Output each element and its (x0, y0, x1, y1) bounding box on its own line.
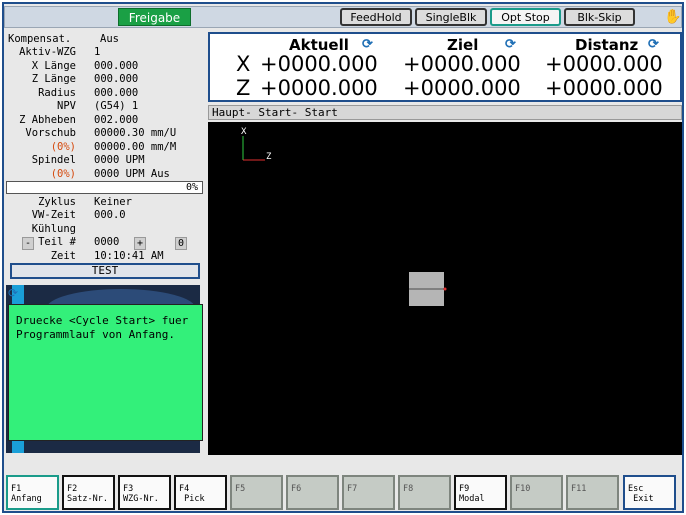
f3-wzg-nr-key[interactable]: F3 WZG-Nr. (118, 475, 171, 510)
dro-display: Aktuell ⟳ Ziel ⟳ Distanz ⟳ X +0000.000 +… (208, 32, 682, 102)
f10-key[interactable]: F10 (510, 475, 563, 510)
teil-increment-button[interactable]: + (134, 237, 146, 250)
teil-value: 0000 (94, 236, 120, 248)
f2-satz-nr-key[interactable]: F2 Satz-Nr. (62, 475, 115, 510)
toolpath-canvas: X Z (241, 127, 447, 306)
vw-zeit-label: VW-Zeit (31, 209, 76, 221)
f11-key[interactable]: F11 (566, 475, 619, 510)
z-distanz-value: +0000.000 (545, 76, 663, 100)
vorschub-label: Vorschub (25, 127, 76, 139)
feedhold-button[interactable]: FeedHold (340, 8, 412, 26)
freigabe-indicator[interactable]: Freigabe (118, 8, 191, 26)
kuehlung-label: Kühlung (31, 223, 76, 235)
z-laenge-value: 000.000 (94, 73, 139, 85)
x-laenge-label: X Länge (31, 60, 76, 72)
zeit-value: 10:10:41 AM (94, 250, 164, 262)
z-ziel-value: +0000.000 (403, 76, 521, 100)
ziel-refresh-icon[interactable]: ⟳ (505, 37, 516, 52)
program-progress-bar: 0% (6, 181, 203, 194)
spindel-label: Spindel (31, 154, 76, 166)
z-axis-label: Z (236, 76, 251, 100)
radius-label: Radius (38, 87, 76, 99)
z-aktuell-value: +0000.000 (260, 76, 378, 100)
vorschub-override-value: 00000.00 mm/M (94, 141, 177, 153)
status-panel: Kompensat. Aus Aktiv-WZG 1 X Länge 000.0… (6, 33, 206, 281)
vorschub-value: 00000.30 mm/U (94, 127, 177, 139)
spindel-override-label: (0%) (50, 168, 76, 180)
zyklus-label: Zyklus (38, 196, 76, 208)
test-button[interactable]: TEST (10, 263, 200, 279)
esc-exit-key[interactable]: Esc Exit (623, 475, 676, 510)
z-abheben-label: Z Abheben (19, 114, 76, 126)
radius-value: 000.000 (94, 87, 139, 99)
top-toolbar: Freigabe FeedHold SingleBlk Opt Stop Blk… (4, 6, 682, 28)
program-status-line: Haupt- Start- Start (208, 105, 682, 120)
blk-skip-button[interactable]: Blk-Skip (564, 8, 635, 26)
npv-value: (G54) 1 (94, 100, 139, 112)
f5-key[interactable]: F5 (230, 475, 283, 510)
aktiv-wzg-value: 1 (94, 46, 101, 58)
workpiece-upper (409, 272, 444, 288)
x-axis-label: X (236, 52, 251, 76)
viewport-z-label: Z (266, 152, 272, 162)
z-abheben-value: 002.000 (94, 114, 139, 126)
kompensat-label: Kompensat. (8, 33, 72, 45)
singleblk-button[interactable]: SingleBlk (415, 8, 487, 26)
npv-label: NPV (57, 100, 76, 112)
vw-zeit-value: 000.0 (94, 209, 126, 221)
opt-stop-button[interactable]: Opt Stop (490, 8, 561, 26)
f7-key[interactable]: F7 (342, 475, 395, 510)
spindel-value: 0000 UPM (94, 154, 145, 166)
f9-modal-key[interactable]: F9 Modal (454, 475, 507, 510)
f6-key[interactable]: F6 (286, 475, 339, 510)
viewport-x-label: X (241, 127, 247, 137)
workpiece-lower (409, 290, 444, 306)
f1-anfang-key[interactable]: F1 Anfang (6, 475, 59, 510)
message-box: Druecke <Cycle Start> fuer Programmlauf … (8, 304, 203, 441)
refresh-icon[interactable]: ⟳ (8, 286, 22, 300)
f8-key[interactable]: F8 (398, 475, 451, 510)
teil-count-field[interactable]: 0 (175, 237, 187, 250)
x-distanz-value: +0000.000 (545, 52, 663, 76)
spindel-override-value: 0000 UPM Aus (94, 168, 170, 180)
hand-icon[interactable]: ✋ (664, 9, 681, 25)
kompensat-value: Aus (100, 33, 119, 45)
teil-label: Teil # (38, 236, 76, 248)
tool-position-marker (443, 287, 447, 291)
function-key-bar: F1 Anfang F2 Satz-Nr. F3 WZG-Nr. F4 Pick… (4, 473, 682, 511)
x-laenge-value: 000.000 (94, 60, 139, 72)
z-laenge-label: Z Länge (31, 73, 76, 85)
vorschub-override-label: (0%) (50, 141, 76, 153)
toolpath-viewport[interactable]: X Z (208, 122, 682, 455)
zyklus-value: Keiner (94, 196, 132, 208)
f4-pick-key[interactable]: F4 Pick (174, 475, 227, 510)
distanz-refresh-icon[interactable]: ⟳ (648, 37, 659, 52)
x-ziel-value: +0000.000 (403, 52, 521, 76)
zeit-label: Zeit (50, 250, 76, 262)
aktuell-refresh-icon[interactable]: ⟳ (362, 37, 373, 52)
x-aktuell-value: +0000.000 (260, 52, 378, 76)
aktiv-wzg-label: Aktiv-WZG (19, 46, 76, 58)
